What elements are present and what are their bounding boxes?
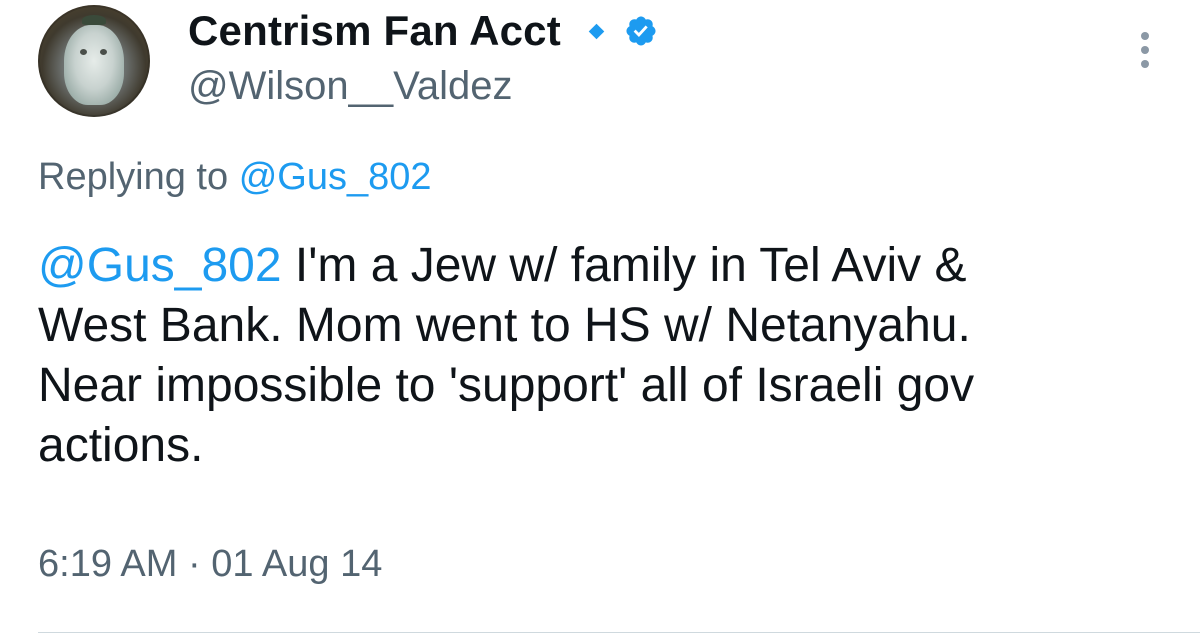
tweet-text-line-3: Near impossible to 'support' all of Isra… [38, 359, 975, 412]
more-options-icon[interactable] [1130, 30, 1160, 70]
avatar-eye-right [100, 49, 107, 55]
mention-link[interactable]: @Gus_802 [38, 239, 282, 292]
tweet-text-line-1-rest: I'm a Jew w/ family in Tel Aviv & [281, 239, 967, 292]
tweet-timestamp[interactable]: 6:19 AM · 01 Aug 14 [38, 543, 382, 586]
tweet-time: 6:19 AM [38, 543, 178, 585]
avatar-face-shape [64, 25, 124, 105]
divider [38, 632, 1200, 633]
replying-to-handle-link[interactable]: @Gus_802 [239, 156, 432, 198]
diamond-icon [588, 23, 605, 39]
tweet-text: @Gus_802 I'm a Jew w/ family in Tel Aviv… [38, 236, 1188, 476]
replying-to-label: Replying to [38, 156, 229, 198]
tweet-text-line-2: West Bank. Mom went to HS w/ Netanyahu. [38, 299, 971, 352]
replying-to: Replying to @Gus_802 [38, 156, 432, 199]
verified-badge-icon[interactable] [624, 14, 658, 48]
tweet-date: 01 Aug 14 [211, 543, 383, 585]
avatar[interactable] [38, 5, 150, 117]
meta-separator: · [177, 543, 212, 585]
avatar-eye-left [80, 49, 87, 55]
author-display-name[interactable]: Centrism Fan Acct [188, 7, 561, 55]
avatar-bird-shape [82, 15, 106, 25]
tweet-text-line-4: actions. [38, 419, 204, 472]
author-name-row: Centrism Fan Acct [188, 6, 658, 56]
author-handle[interactable]: @Wilson__Valdez [188, 64, 512, 109]
tweet: Centrism Fan Acct @Wilson__Valdez Replyi… [0, 0, 1200, 637]
tweet-text-line-1: @Gus_802 I'm a Jew w/ family in Tel Aviv… [38, 236, 1188, 296]
